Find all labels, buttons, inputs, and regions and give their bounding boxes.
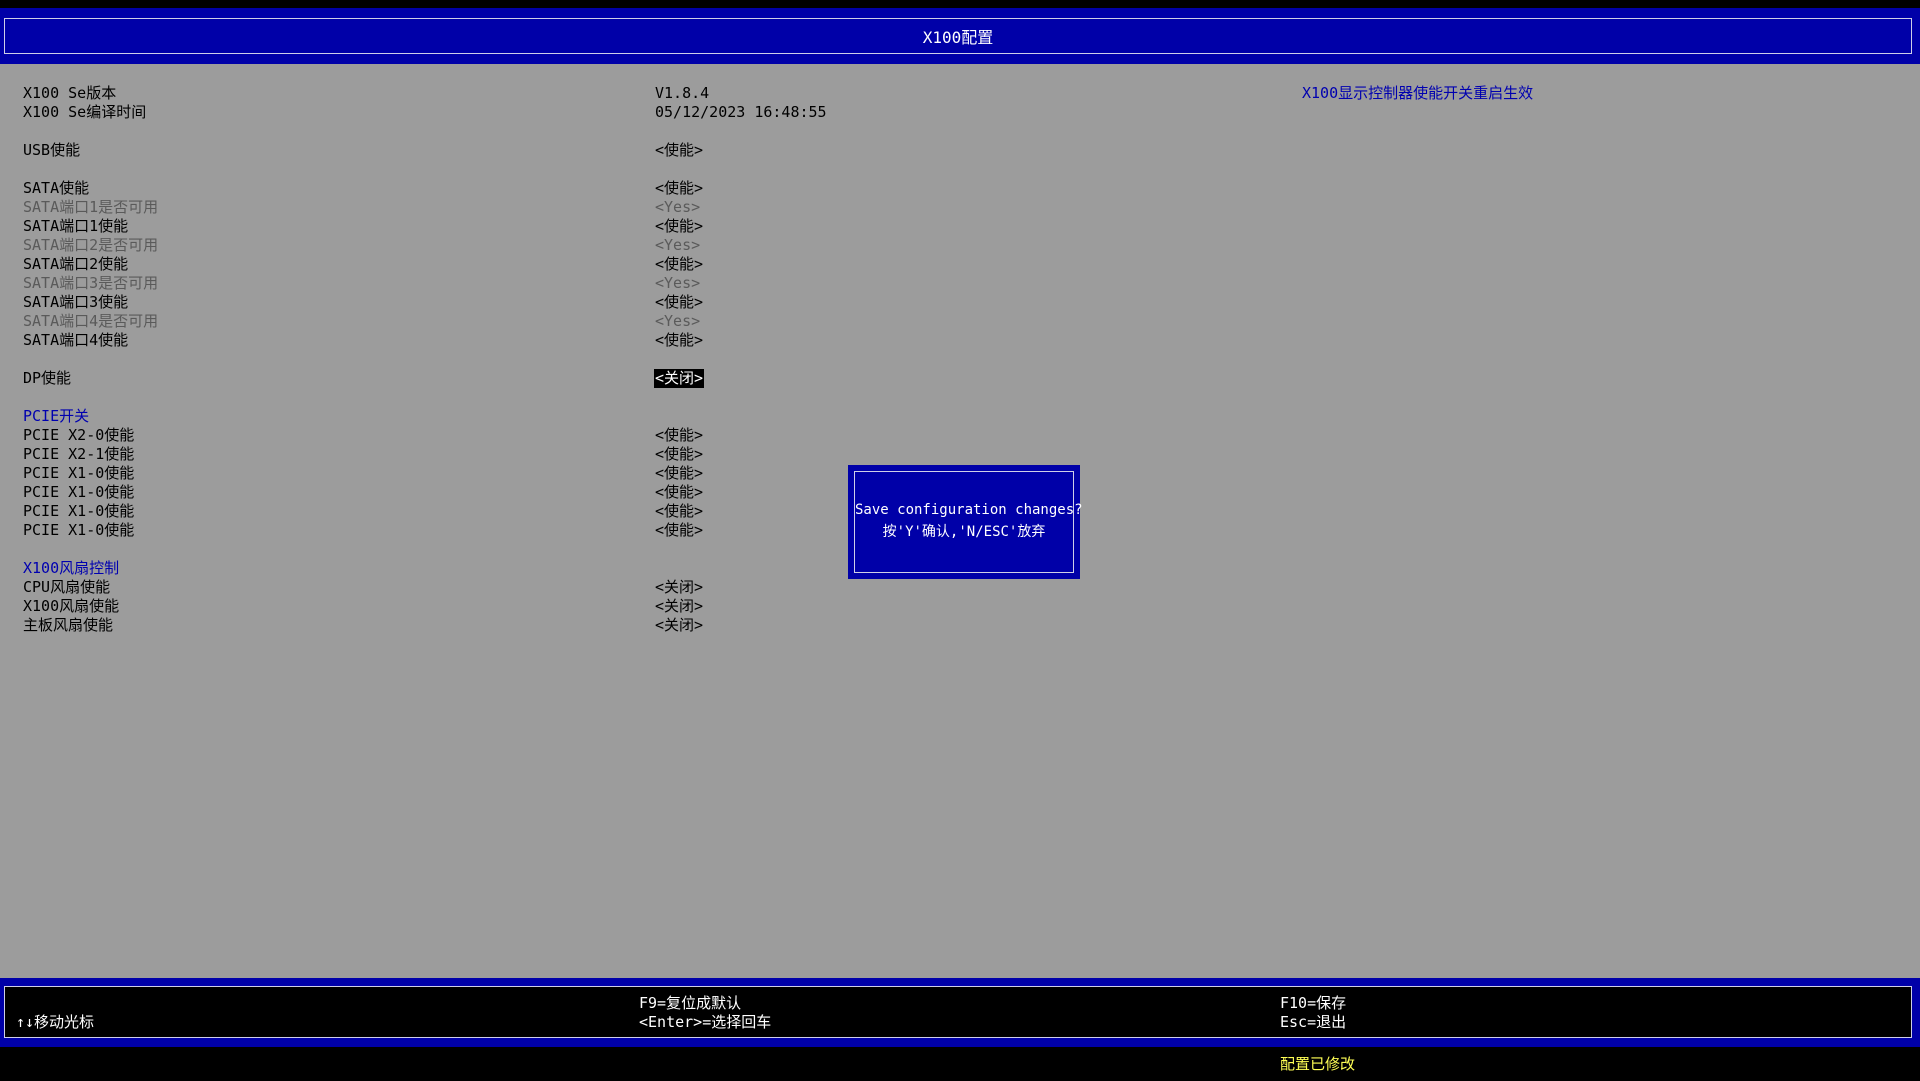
footer-bar: ↑↓移动光标 F9=复位成默认 <Enter>=选择回车 F10=保存 Esc=…: [0, 978, 1920, 1047]
setting-label: 主板风扇使能: [23, 616, 114, 634]
sata-port4-enable-option[interactable]: <使能>: [655, 331, 703, 350]
pcie-x2-0-option[interactable]: <使能>: [655, 426, 703, 445]
setting-row-sata-port3-enable[interactable]: SATA端口3使能 <使能>: [0, 293, 1920, 312]
setting-row-usb-enable[interactable]: USB使能 <使能>: [0, 141, 1920, 160]
setting-label: PCIE X1-0使能: [23, 521, 135, 539]
setting-value: <Yes>: [655, 312, 701, 330]
setting-row-sata-port3-available: SATA端口3是否可用 <Yes>: [0, 274, 1920, 293]
hint-esc-exit: Esc=退出: [1280, 1013, 1347, 1031]
setting-label: SATA端口1是否可用: [23, 198, 159, 216]
setting-row-pcie-x2-1[interactable]: PCIE X2-1使能 <使能>: [0, 445, 1920, 464]
setting-row-sata-port4-enable[interactable]: SATA端口4使能 <使能>: [0, 331, 1920, 350]
setting-label: SATA端口3使能: [23, 293, 129, 311]
setting-row-board-fan[interactable]: 主板风扇使能 <关闭>: [0, 616, 1920, 635]
status-bar: 配置已修改: [0, 1047, 1920, 1081]
footer-frame: ↑↓移动光标 F9=复位成默认 <Enter>=选择回车 F10=保存 Esc=…: [4, 986, 1912, 1038]
setting-row-sata-port4-available: SATA端口4是否可用 <Yes>: [0, 312, 1920, 331]
pcie-x1-0-option[interactable]: <使能>: [655, 521, 703, 540]
dialog-message: Save configuration changes?: [855, 502, 1083, 518]
setting-row-x100-fan[interactable]: X100风扇使能 <关闭>: [0, 597, 1920, 616]
header-bar: X100配置: [0, 8, 1920, 64]
pcie-x1-0-option[interactable]: <使能>: [655, 483, 703, 502]
setting-value: 05/12/2023 16:48:55: [655, 103, 827, 121]
sata-enable-option[interactable]: <使能>: [655, 179, 703, 198]
setting-row-cpu-fan[interactable]: CPU风扇使能 <关闭>: [0, 578, 1920, 597]
setting-label: PCIE X2-0使能: [23, 426, 135, 444]
sata-port2-enable-option[interactable]: <使能>: [655, 255, 703, 274]
setting-row-sata-port2-available: SATA端口2是否可用 <Yes>: [0, 236, 1920, 255]
setting-value: <Yes>: [655, 236, 701, 254]
dp-enable-option[interactable]: <关闭>: [654, 369, 705, 388]
hint-enter-select: <Enter>=选择回车: [639, 1013, 772, 1031]
setting-value: <Yes>: [655, 274, 701, 292]
dialog-instructions: 按'Y'确认,'N/ESC'放弃: [882, 524, 1046, 540]
setting-label: X100风扇使能: [23, 597, 120, 615]
section-title: X100风扇控制: [23, 559, 120, 577]
setting-label: SATA端口3是否可用: [23, 274, 159, 292]
setting-row-se-build-time: X100 Se编译时间 05/12/2023 16:48:55: [0, 103, 1920, 122]
x100-fan-option[interactable]: <关闭>: [655, 597, 703, 616]
setting-row-sata-port2-enable[interactable]: SATA端口2使能 <使能>: [0, 255, 1920, 274]
setting-label: X100 Se版本: [23, 84, 117, 102]
setting-label: X100 Se编译时间: [23, 103, 147, 121]
setting-label: SATA端口2使能: [23, 255, 129, 273]
setting-label: SATA端口2是否可用: [23, 236, 159, 254]
pcie-x1-0-option[interactable]: <使能>: [655, 464, 703, 483]
usb-enable-option[interactable]: <使能>: [655, 141, 703, 160]
setting-label: USB使能: [23, 141, 81, 159]
setting-row-sata-port1-available: SATA端口1是否可用 <Yes>: [0, 198, 1920, 217]
setting-label: PCIE X1-0使能: [23, 483, 135, 501]
pcie-x2-1-option[interactable]: <使能>: [655, 445, 703, 464]
setting-value: V1.8.4: [655, 84, 710, 102]
help-text: X100显示控制器使能开关重启生效: [1302, 84, 1534, 102]
hint-f10-save: F10=保存: [1280, 994, 1347, 1012]
setting-row-se-version: X100 Se版本 V1.8.4: [0, 84, 1920, 103]
sata-port3-enable-option[interactable]: <使能>: [655, 293, 703, 312]
setting-label: CPU风扇使能: [23, 578, 111, 596]
setting-label: SATA使能: [23, 179, 90, 197]
setting-label: PCIE X2-1使能: [23, 445, 135, 463]
dialog-frame: Save configuration changes? 按'Y'确认,'N/ES…: [854, 471, 1083, 573]
pcie-x1-0-option[interactable]: <使能>: [655, 502, 703, 521]
setting-value: <Yes>: [655, 198, 701, 216]
hint-move-cursor: ↑↓移动光标: [16, 1013, 95, 1031]
board-fan-option[interactable]: <关闭>: [655, 616, 703, 635]
status-modified: 配置已修改: [1280, 1055, 1356, 1073]
section-heading-pcie: PCIE开关: [0, 407, 1920, 426]
cpu-fan-option[interactable]: <关闭>: [655, 578, 703, 597]
page-title: X100配置: [922, 28, 994, 47]
setting-label: PCIE X1-0使能: [23, 464, 135, 482]
header-frame: X100配置: [4, 18, 1912, 54]
setting-row-pcie-x2-0[interactable]: PCIE X2-0使能 <使能>: [0, 426, 1920, 445]
setting-row-dp-enable[interactable]: DP使能 <关闭>: [0, 369, 1920, 388]
setting-label: SATA端口4使能: [23, 331, 129, 349]
section-title: PCIE开关: [23, 407, 90, 425]
setting-label: SATA端口1使能: [23, 217, 129, 235]
save-confirm-dialog[interactable]: Save configuration changes? 按'Y'确认,'N/ES…: [848, 465, 1083, 579]
setting-label: PCIE X1-0使能: [23, 502, 135, 520]
setting-row-sata-enable[interactable]: SATA使能 <使能>: [0, 179, 1920, 198]
hint-f9-defaults: F9=复位成默认: [639, 994, 742, 1012]
sata-port1-enable-option[interactable]: <使能>: [655, 217, 703, 236]
setting-label: DP使能: [23, 369, 72, 387]
top-strip: [0, 0, 1920, 8]
setting-row-sata-port1-enable[interactable]: SATA端口1使能 <使能>: [0, 217, 1920, 236]
setting-label: SATA端口4是否可用: [23, 312, 159, 330]
